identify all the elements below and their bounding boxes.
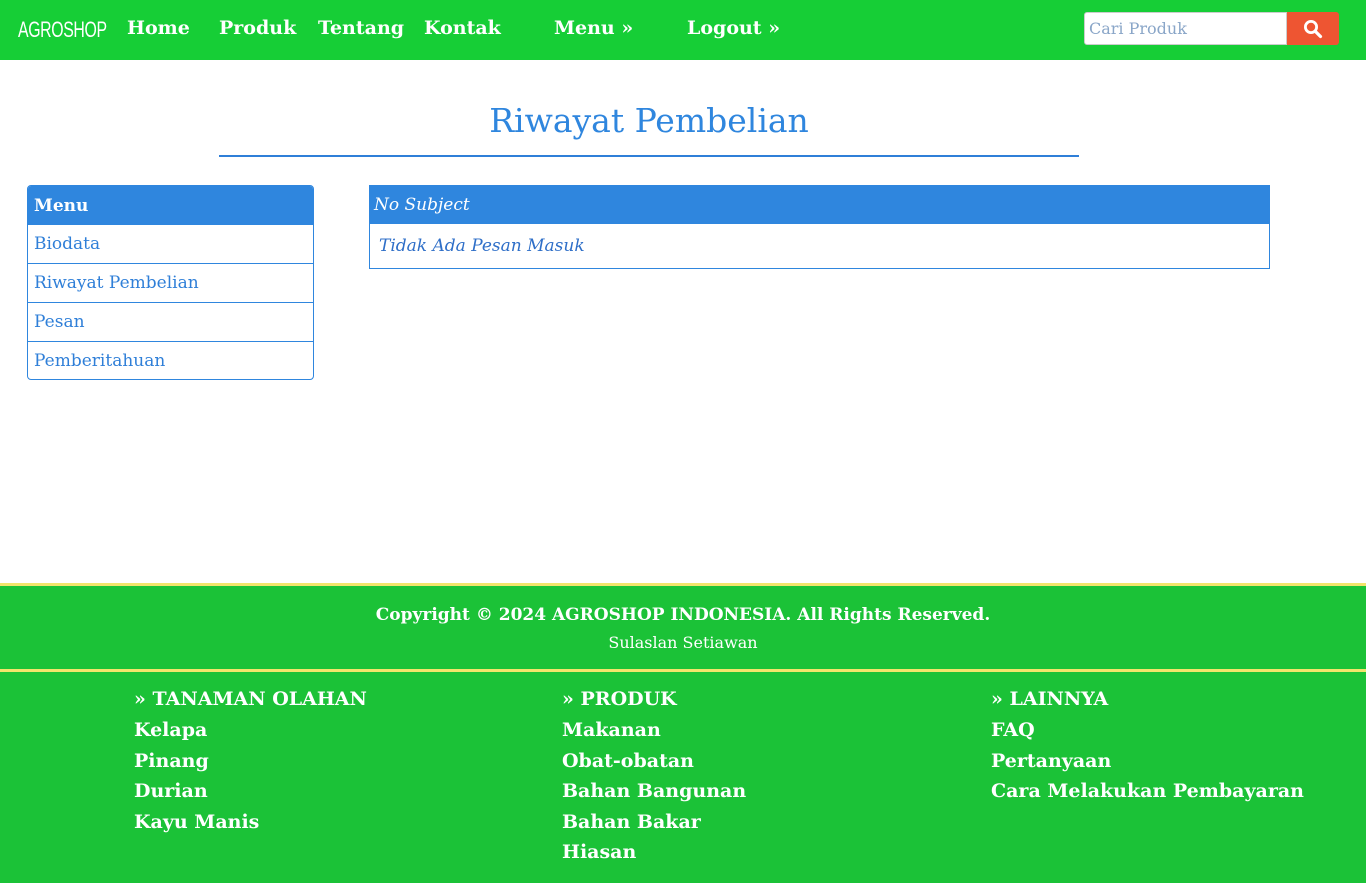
footer-column-title: » LAINNYA [991, 688, 1109, 710]
messages-table-header: No Subject [370, 186, 1269, 224]
sidebar-item-pesan[interactable]: Pesan [28, 302, 313, 341]
footer-column-title: » TANAMAN OLAHAN [134, 688, 367, 710]
footer-link-cara-pembayaran[interactable]: Cara Melakukan Pembayaran [991, 780, 1304, 811]
footer-link-makanan[interactable]: Makanan [562, 719, 746, 750]
footer-link-durian[interactable]: Durian [134, 780, 367, 811]
sidebar-heading: Menu [28, 186, 313, 224]
footer-column-produk: » PRODUK Makanan Obat-obatan Bahan Bangu… [562, 688, 746, 872]
copyright-text: Copyright © 2024 AGROSHOP INDONESIA. All… [375, 605, 991, 625]
title-divider [219, 155, 1079, 157]
footer-link-kelapa[interactable]: Kelapa [134, 719, 367, 750]
nav-produk[interactable]: Produk [219, 17, 296, 39]
sidebar-item-pemberitahuan[interactable]: Pemberitahuan [28, 341, 313, 379]
footer-copyright-bar: Copyright © 2024 AGROSHOP INDONESIA. All… [0, 583, 1366, 672]
author-text: Sulaslan Setiawan [608, 633, 758, 652]
footer-column-lainnya: » LAINNYA FAQ Pertanyaan Cara Melakukan … [991, 688, 1304, 811]
footer-link-pinang[interactable]: Pinang [134, 750, 367, 781]
footer-link-hiasan[interactable]: Hiasan [562, 841, 746, 872]
nav-logout[interactable]: Logout » [687, 17, 780, 39]
top-navbar: AGROSHOP Home Produk Tentang Kontak Menu… [0, 0, 1366, 60]
footer-column-tanaman-olahan: » TANAMAN OLAHAN Kelapa Pinang Durian Ka… [134, 688, 367, 841]
sidebar-item-riwayat-pembelian[interactable]: Riwayat Pembelian [28, 263, 313, 302]
messages-empty-row: Tidak Ada Pesan Masuk [379, 236, 585, 256]
search-button[interactable] [1287, 12, 1339, 45]
nav-tentang[interactable]: Tentang [318, 17, 404, 39]
footer-link-pertanyaan[interactable]: Pertanyaan [991, 750, 1304, 781]
footer-link-obat-obatan[interactable]: Obat-obatan [562, 750, 746, 781]
nav-kontak[interactable]: Kontak [424, 17, 501, 39]
footer-links: » TANAMAN OLAHAN Kelapa Pinang Durian Ka… [0, 672, 1366, 883]
footer-link-bahan-bakar[interactable]: Bahan Bakar [562, 811, 746, 842]
brand-logo[interactable]: AGROSHOP [18, 17, 107, 43]
nav-menu-dropdown[interactable]: Menu » [554, 17, 633, 39]
footer-link-bahan-bangunan[interactable]: Bahan Bangunan [562, 780, 746, 811]
footer-link-faq[interactable]: FAQ [991, 719, 1304, 750]
sidebar-item-biodata[interactable]: Biodata [28, 224, 313, 263]
page-title: Riwayat Pembelian [489, 101, 809, 140]
footer-link-kayu-manis[interactable]: Kayu Manis [134, 811, 367, 842]
footer-column-title: » PRODUK [562, 688, 677, 710]
search-icon [1304, 19, 1323, 38]
search-input[interactable] [1084, 12, 1287, 45]
sidebar-menu: Menu Biodata Riwayat Pembelian Pesan Pem… [27, 185, 314, 380]
messages-table: No Subject Tidak Ada Pesan Masuk [369, 185, 1270, 269]
nav-home[interactable]: Home [127, 17, 190, 39]
